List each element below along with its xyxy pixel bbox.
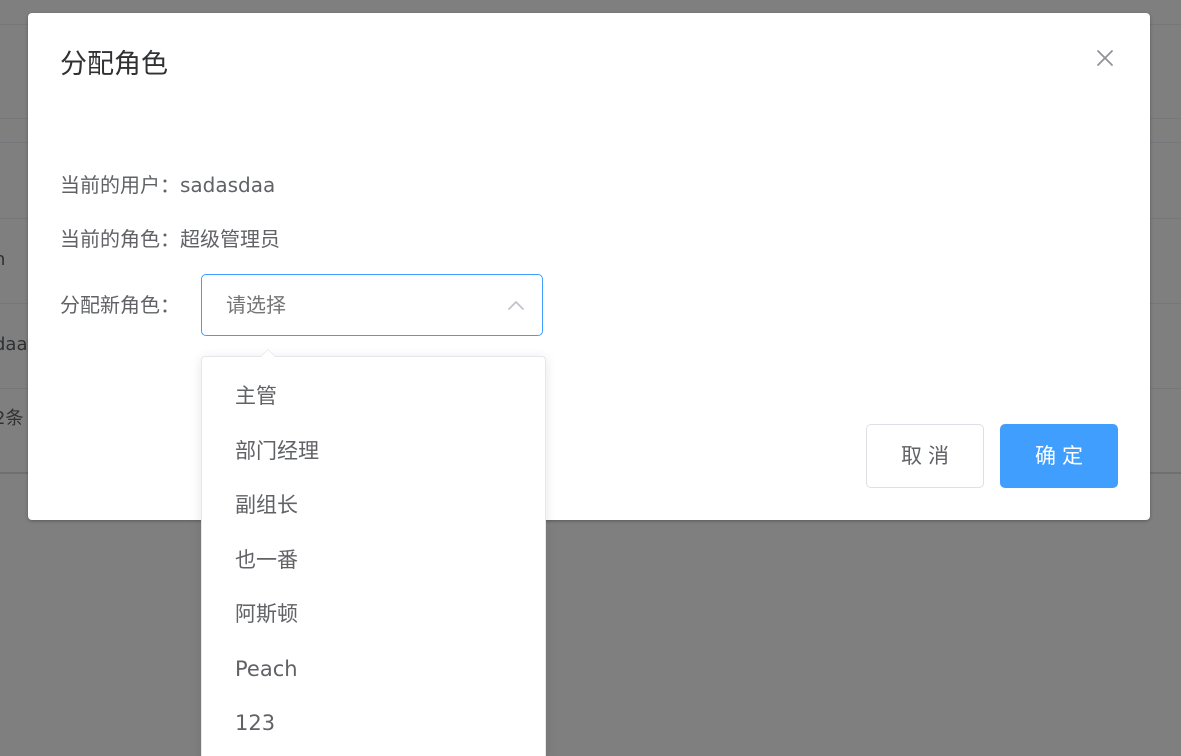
role-select-input[interactable] (226, 291, 486, 319)
close-icon[interactable] (1094, 47, 1116, 69)
role-select[interactable] (201, 274, 543, 336)
role-dropdown: 主管 部门经理 副组长 也一番 阿斯顿 Peach 123 (201, 349, 546, 756)
current-role-value: 超级管理员 (180, 227, 280, 251)
current-user-value: sadasdaa (180, 173, 276, 197)
role-options: 主管 部门经理 副组长 也一番 阿斯顿 Peach 123 (202, 369, 545, 751)
role-option[interactable]: 副组长 (202, 478, 545, 533)
confirm-button[interactable]: 确定 (1000, 424, 1118, 488)
role-option[interactable]: 也一番 (202, 533, 545, 588)
chevron-up-icon[interactable] (506, 297, 526, 313)
current-role-row: 当前的角色：超级管理员 (60, 225, 280, 253)
dropdown-caret (260, 349, 276, 357)
current-user-row: 当前的用户：sadasdaa (60, 171, 275, 199)
current-user-label: 当前的用户： (60, 173, 180, 197)
assign-role-dialog: 分配角色 当前的用户：sadasdaa 当前的角色：超级管理员 分配新角色： 取… (28, 13, 1150, 520)
role-option[interactable]: 主管 (202, 369, 545, 424)
role-option[interactable]: 阿斯顿 (202, 587, 545, 642)
new-role-label: 分配新角色： (60, 293, 180, 317)
role-option[interactable]: Peach (202, 642, 545, 697)
cancel-button[interactable]: 取消 (866, 424, 984, 488)
role-option[interactable]: 123 (202, 696, 545, 751)
dialog-title: 分配角色 (60, 49, 168, 80)
current-role-label: 当前的角色： (60, 227, 180, 251)
role-option[interactable]: 部门经理 (202, 424, 545, 479)
